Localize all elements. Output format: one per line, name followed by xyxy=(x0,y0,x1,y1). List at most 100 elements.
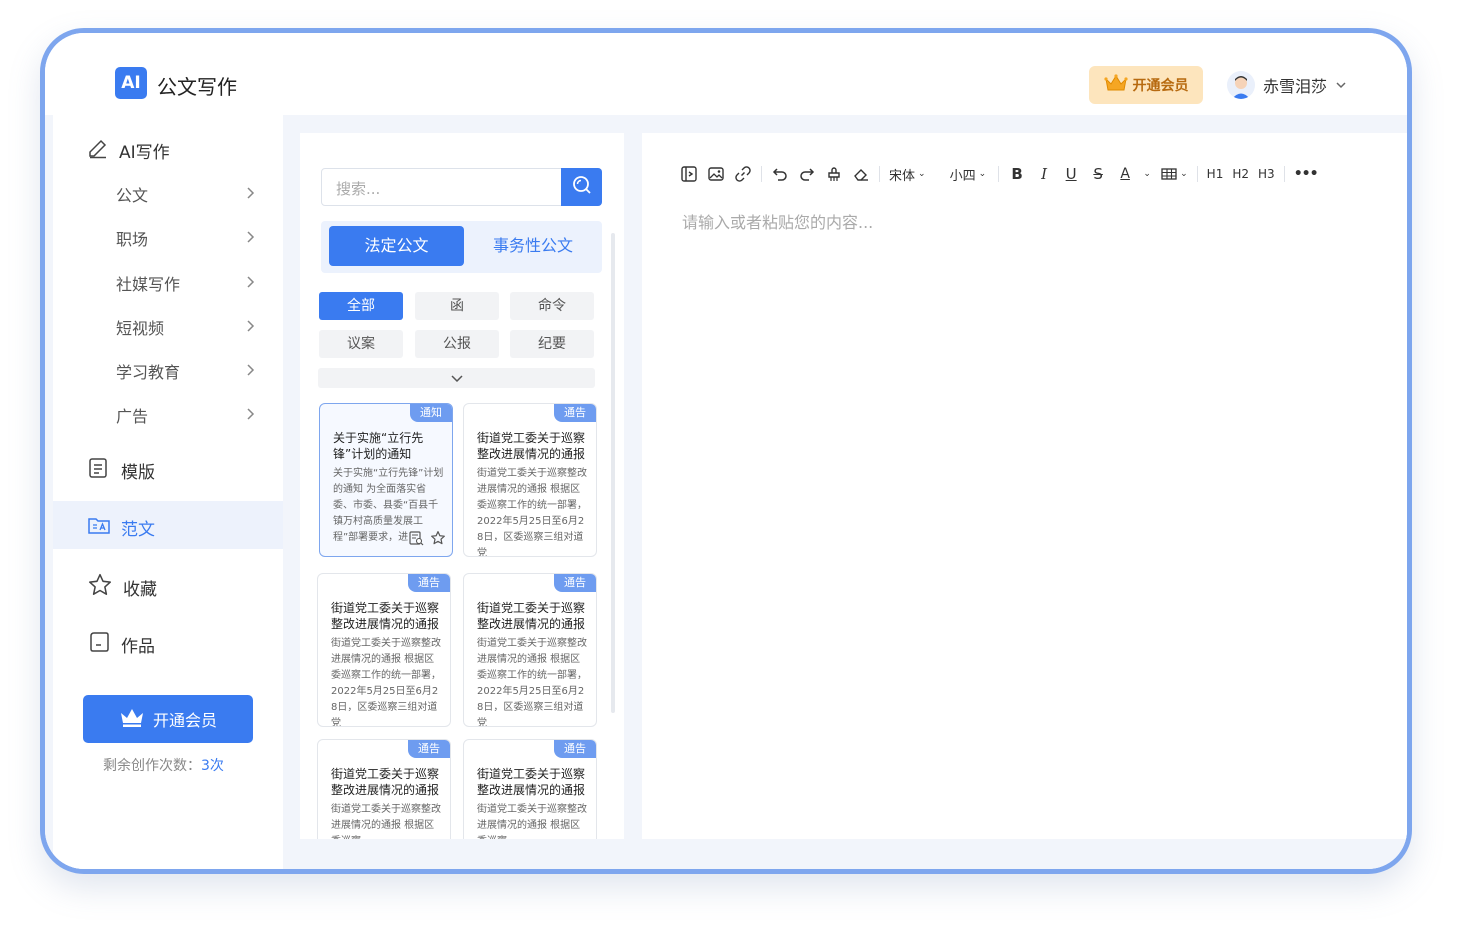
chevron-down-icon: ⌄ xyxy=(978,169,987,179)
chevron-down-icon: ⌄ xyxy=(1180,169,1188,179)
card-title: 街道党工委关于巡察整改进展情况的通报 xyxy=(477,431,586,461)
sample-card[interactable]: 通告 街道党工委关于巡察整改进展情况的通报 街道党工委关于巡察整改进展情况的通报… xyxy=(463,403,597,557)
sidebar-item-label: 作品 xyxy=(121,637,155,657)
editor-placeholder[interactable]: 请输入或者粘贴您的内容... xyxy=(682,209,873,233)
underline-button[interactable]: U xyxy=(1062,161,1080,187)
sample-list-panel: 搜索... 法定公文 事务性公文 全部 函 命令 议案 公报 纪要 通知 关于实… xyxy=(300,133,624,839)
card-title: 街道党工委关于巡察整改进展情况的通报 xyxy=(477,601,586,631)
sidebar-item-label: 收藏 xyxy=(123,580,157,600)
card-type-tag: 通告 xyxy=(554,404,596,422)
card-title: 街道党工委关于巡察整改进展情况的通报 xyxy=(331,601,440,631)
tab-statutory[interactable]: 法定公文 xyxy=(329,226,464,266)
sidebar-vip-label: 开通会员 xyxy=(152,711,217,730)
card-title: 关于实施“立行先锋”计划的通知 xyxy=(333,431,424,461)
sidebar-item-official[interactable]: 公文 xyxy=(116,182,256,206)
toolbar-divider xyxy=(1283,166,1285,182)
crown-icon xyxy=(1103,73,1128,97)
chevron-right-icon xyxy=(246,318,256,337)
more-icon[interactable]: ••• xyxy=(1294,161,1319,187)
toolbar-divider xyxy=(879,166,880,182)
insert-doc-icon[interactable] xyxy=(680,161,698,187)
sidebar-vip-button[interactable]: 开通会员 xyxy=(83,695,253,743)
sidebar-item-label: 广告 xyxy=(116,407,149,426)
filter-chip-bulletin[interactable]: 公报 xyxy=(415,330,499,358)
filter-chip-motion[interactable]: 议案 xyxy=(319,330,403,358)
chevron-right-icon xyxy=(246,185,256,204)
link-icon[interactable] xyxy=(734,161,752,187)
filter-chip-letter[interactable]: 函 xyxy=(415,292,499,320)
font-family-value: 宋体 xyxy=(889,168,916,184)
category-tabs: 法定公文 事务性公文 xyxy=(321,221,602,273)
sample-card[interactable]: 通告 街道党工委关于巡察整改进展情况的通报 街道党工委关于巡察整改进展情况的通报… xyxy=(317,573,451,727)
chevron-down-icon: ⌄ xyxy=(918,169,926,179)
editor-toolbar: 宋体 ⌄ 小四 ⌄ B I U S A ⌄ ⌄ H1 H2 H3 ••• xyxy=(680,161,1327,187)
sidebar-item-label: 公文 xyxy=(116,186,149,205)
strikethrough-button[interactable]: S xyxy=(1089,161,1107,187)
font-size-value: 小四 xyxy=(949,168,976,184)
chevron-down-icon[interactable]: ⌄ xyxy=(1143,161,1151,187)
search-button[interactable] xyxy=(561,168,602,206)
avatar xyxy=(1227,71,1255,99)
chevron-down-icon xyxy=(450,369,464,388)
sidebar-item-favorites[interactable]: 收藏 xyxy=(87,572,157,603)
heading-3-button[interactable]: H3 xyxy=(1258,161,1275,187)
app-window: AI 公文写作 开通会员 赤雪泪莎 AI写作 公文 职场 社媒写作 短视频 学习… xyxy=(40,28,1412,874)
filter-chip-order[interactable]: 命令 xyxy=(510,292,594,320)
search-input[interactable]: 搜索... xyxy=(336,178,380,199)
preview-icon[interactable] xyxy=(408,530,424,550)
sample-card[interactable]: 通告 街道党工委关于巡察整改进展情况的通报 街道党工委关于巡察整改进展情况的通报… xyxy=(317,739,451,839)
card-type-tag: 通知 xyxy=(410,404,452,422)
card-excerpt: 街道党工委关于巡察整改进展情况的通报 根据区委巡察 xyxy=(331,804,441,839)
italic-button[interactable]: I xyxy=(1035,161,1053,187)
filter-chip-minutes[interactable]: 纪要 xyxy=(510,330,594,358)
chevron-down-icon xyxy=(1335,76,1347,95)
heading-2-button[interactable]: H2 xyxy=(1232,161,1249,187)
remaining-count: 剩余创作次数：3次 xyxy=(103,755,224,775)
header-vip-button[interactable]: 开通会员 xyxy=(1089,66,1203,104)
toolbar-divider xyxy=(761,166,762,182)
search-box[interactable]: 搜索... xyxy=(321,168,602,206)
heading-1-button[interactable]: H1 xyxy=(1207,161,1224,187)
sidebar-item-templates[interactable]: 模版 xyxy=(87,456,155,485)
sidebar-item-short-video[interactable]: 短视频 xyxy=(116,315,256,339)
sample-card[interactable]: 通知 关于实施“立行先锋”计划的通知 关于实施“立行先锋”计划的通知 为全面落实… xyxy=(319,403,453,557)
table-icon[interactable]: ⌄ xyxy=(1160,161,1188,187)
app-title: 公文写作 xyxy=(157,75,237,99)
sidebar-item-works[interactable]: 作品 xyxy=(87,630,155,659)
app-logo: AI xyxy=(115,67,147,99)
redo-icon[interactable] xyxy=(798,161,816,187)
star-icon[interactable] xyxy=(430,530,446,550)
user-menu[interactable]: 赤雪泪莎 xyxy=(1227,71,1347,99)
undo-icon[interactable] xyxy=(771,161,789,187)
sidebar-item-samples[interactable]: 范文 xyxy=(87,513,155,542)
card-excerpt: 街道党工委关于巡察整改进展情况的通报 根据区委巡察工作的统一部署，2022年5月… xyxy=(477,468,587,557)
filter-chip-all[interactable]: 全部 xyxy=(319,292,403,320)
tab-administrative[interactable]: 事务性公文 xyxy=(469,226,597,266)
sidebar-item-label: 职场 xyxy=(116,230,149,249)
card-type-tag: 通告 xyxy=(408,574,450,592)
sidebar-item-ai-writing[interactable]: AI写作 xyxy=(87,137,170,164)
template-icon xyxy=(87,456,111,485)
sidebar-item-ads[interactable]: 广告 xyxy=(116,403,256,427)
expand-filters-button[interactable] xyxy=(318,368,595,388)
remaining-label: 剩余创作次数： xyxy=(103,758,201,774)
header-vip-label: 开通会员 xyxy=(1132,78,1189,94)
star-icon xyxy=(87,572,113,603)
chevron-right-icon xyxy=(246,274,256,293)
sidebar-item-workplace[interactable]: 职场 xyxy=(116,226,256,250)
format-painter-icon[interactable] xyxy=(825,161,843,187)
font-color-button[interactable]: A xyxy=(1116,161,1134,187)
sidebar-item-social-media[interactable]: 社媒写作 xyxy=(116,271,256,295)
sidebar-item-education[interactable]: 学习教育 xyxy=(116,359,256,383)
crown-icon xyxy=(119,706,145,732)
card-excerpt: 街道党工委关于巡察整改进展情况的通报 根据区委巡察 xyxy=(477,804,587,839)
font-size-select[interactable]: 小四 ⌄ xyxy=(950,161,987,187)
card-actions xyxy=(408,530,446,550)
font-family-select[interactable]: 宋体 ⌄ xyxy=(889,161,926,187)
eraser-icon[interactable] xyxy=(852,161,870,187)
image-icon[interactable] xyxy=(707,161,725,187)
sample-card[interactable]: 通告 街道党工委关于巡察整改进展情况的通报 街道党工委关于巡察整改进展情况的通报… xyxy=(463,573,597,727)
bold-button[interactable]: B xyxy=(1008,161,1026,187)
list-scrollbar[interactable] xyxy=(611,233,615,713)
sample-card[interactable]: 通告 街道党工委关于巡察整改进展情况的通报 街道党工委关于巡察整改进展情况的通报… xyxy=(463,739,597,839)
